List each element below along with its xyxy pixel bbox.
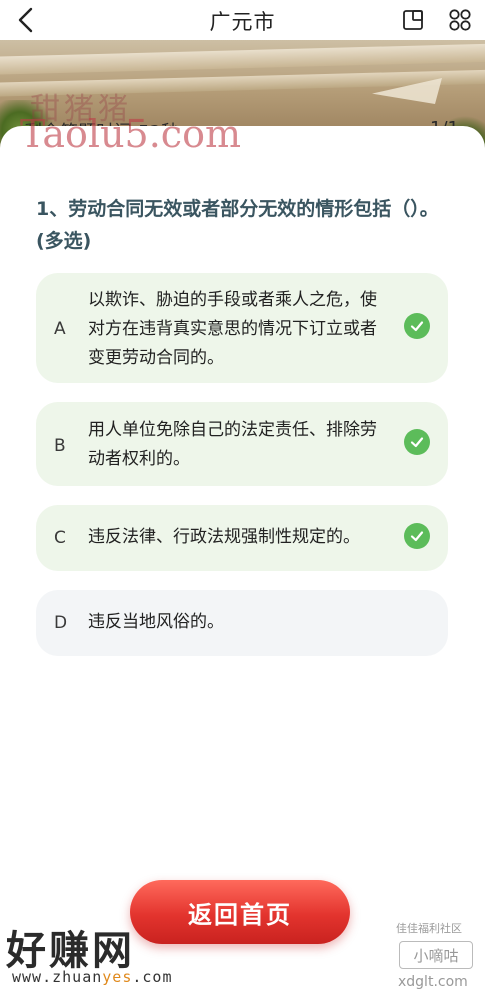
- option-letter: D: [54, 613, 68, 633]
- option-b[interactable]: B 用人单位免除自己的法定责任、排除劳动者权利的。: [36, 402, 448, 486]
- option-text: 用人单位免除自己的法定责任、排除劳动者权利的。: [88, 420, 377, 469]
- option-text: 违反法律、行政法规强制性规定的。: [88, 527, 360, 547]
- watermark-xiaodigu: 小嘀咕: [399, 941, 473, 969]
- watermark-url: www.zhuanyes.com: [12, 968, 173, 986]
- option-letter: A: [54, 319, 66, 339]
- option-letter: C: [54, 528, 66, 548]
- copy-button[interactable]: [399, 6, 427, 34]
- watermark-url-prefix: www.zhuan: [12, 968, 103, 986]
- check-icon: [404, 313, 430, 339]
- grid-icon: [449, 9, 471, 31]
- menu-button[interactable]: [446, 6, 474, 34]
- top-nav-bar: 广元市: [0, 0, 485, 40]
- option-c[interactable]: C 违反法律、行政法规强制性规定的。: [36, 505, 448, 571]
- check-icon: [404, 429, 430, 455]
- watermark-taolu: Taolu5.com: [20, 112, 242, 156]
- question-text: 1、劳动合同无效或者部分无效的情形包括（）。(多选): [36, 198, 439, 252]
- option-letter: B: [54, 436, 66, 456]
- decor-beam: [0, 42, 485, 76]
- watermark-url-suffix: .com: [132, 968, 173, 986]
- return-home-button[interactable]: 返回首页: [130, 880, 350, 944]
- check-icon: [404, 523, 430, 549]
- copy-icon: [403, 10, 423, 30]
- option-text: 违反当地风俗的。: [88, 612, 224, 632]
- watermark-community: 佳佳福利社区: [396, 922, 462, 935]
- option-a[interactable]: A 以欺诈、胁迫的手段或者乘人之危，使对方在违背真实意思的情况下订立或者变更劳动…: [36, 273, 448, 383]
- option-text: 以欺诈、胁迫的手段或者乘人之危，使对方在违背真实意思的情况下订立或者变更劳动合同…: [88, 290, 377, 368]
- watermark-xdglt: xdglt.com: [398, 974, 468, 990]
- watermark-url-yes: yes: [102, 968, 133, 986]
- option-d[interactable]: D 违反当地风俗的。: [36, 590, 448, 656]
